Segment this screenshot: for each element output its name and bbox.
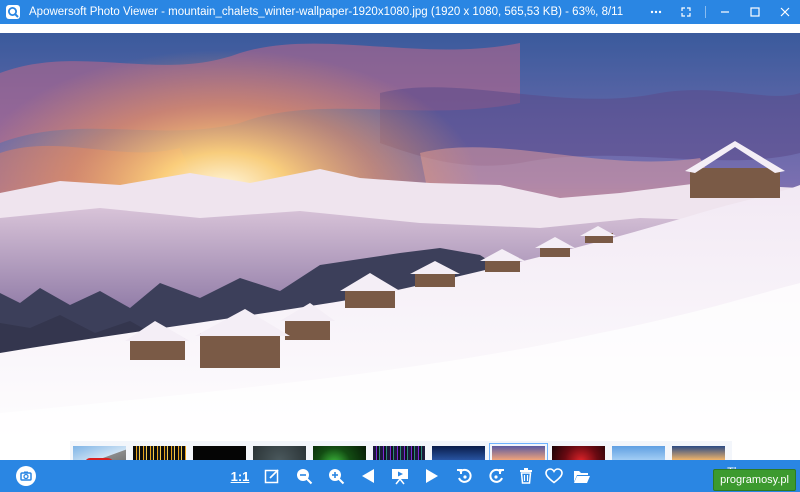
open-folder-icon (574, 471, 590, 483)
title-separator (705, 6, 706, 18)
thumbnail[interactable] (372, 446, 426, 460)
close-button[interactable] (770, 0, 800, 24)
image-viewport[interactable] (0, 24, 800, 460)
slideshow-icon (392, 469, 408, 485)
minimize-button[interactable] (710, 0, 740, 24)
zoom-out-button[interactable] (292, 464, 316, 488)
thumbnail[interactable] (73, 446, 126, 460)
app-logo-icon (6, 5, 20, 19)
thumbnail[interactable] (432, 446, 486, 460)
thumbnail[interactable] (192, 446, 246, 460)
screenshot-button[interactable] (14, 464, 38, 488)
rotate-left-icon (456, 468, 472, 483)
minimize-icon (721, 11, 729, 13)
camera-icon (16, 466, 36, 486)
thumbnail-selected[interactable] (489, 443, 549, 460)
rotate-right-button[interactable] (484, 464, 508, 488)
previous-button[interactable] (356, 464, 380, 488)
next-icon (426, 469, 438, 483)
window-title: Apowersoft Photo Viewer - mountain_chale… (29, 6, 624, 18)
title-bar: Apowersoft Photo Viewer - mountain_chale… (0, 0, 800, 24)
open-folder-button[interactable] (570, 464, 594, 488)
bottom-toolbar: 1:1 (0, 460, 800, 492)
main-photo (0, 33, 800, 460)
watermark-logo: programosy.pl (713, 469, 796, 491)
maximize-icon (750, 7, 760, 17)
thumbnail[interactable] (252, 446, 306, 460)
thumbnail-strip (70, 441, 732, 460)
next-button[interactable] (420, 464, 444, 488)
edit-button[interactable] (260, 464, 284, 488)
slideshow-button[interactable] (388, 464, 412, 488)
edit-icon (264, 469, 279, 484)
fullscreen-icon (681, 7, 691, 17)
zoom-in-icon (328, 468, 344, 484)
zoom-out-icon (296, 468, 312, 484)
previous-icon (362, 469, 374, 483)
actual-size-button[interactable]: 1:1 (228, 464, 252, 488)
more-button[interactable] (641, 0, 671, 24)
zoom-in-button[interactable] (324, 464, 348, 488)
viewport-top-strip (0, 24, 800, 33)
thumbnail[interactable] (312, 446, 366, 460)
favorite-icon (545, 468, 563, 484)
rotate-right-icon (488, 468, 504, 483)
more-icon (650, 10, 662, 14)
close-icon (780, 7, 790, 17)
delete-icon (520, 468, 532, 484)
rotate-left-button[interactable] (452, 464, 476, 488)
thumbnail[interactable] (132, 446, 186, 460)
thumbnail[interactable] (612, 446, 666, 460)
fullscreen-button[interactable] (671, 0, 701, 24)
thumbnail[interactable] (672, 446, 725, 460)
favorite-button[interactable] (542, 464, 566, 488)
maximize-button[interactable] (740, 0, 770, 24)
thumbnail[interactable] (552, 446, 606, 460)
actual-size-label: 1:1 (230, 468, 250, 484)
delete-button[interactable] (514, 464, 538, 488)
